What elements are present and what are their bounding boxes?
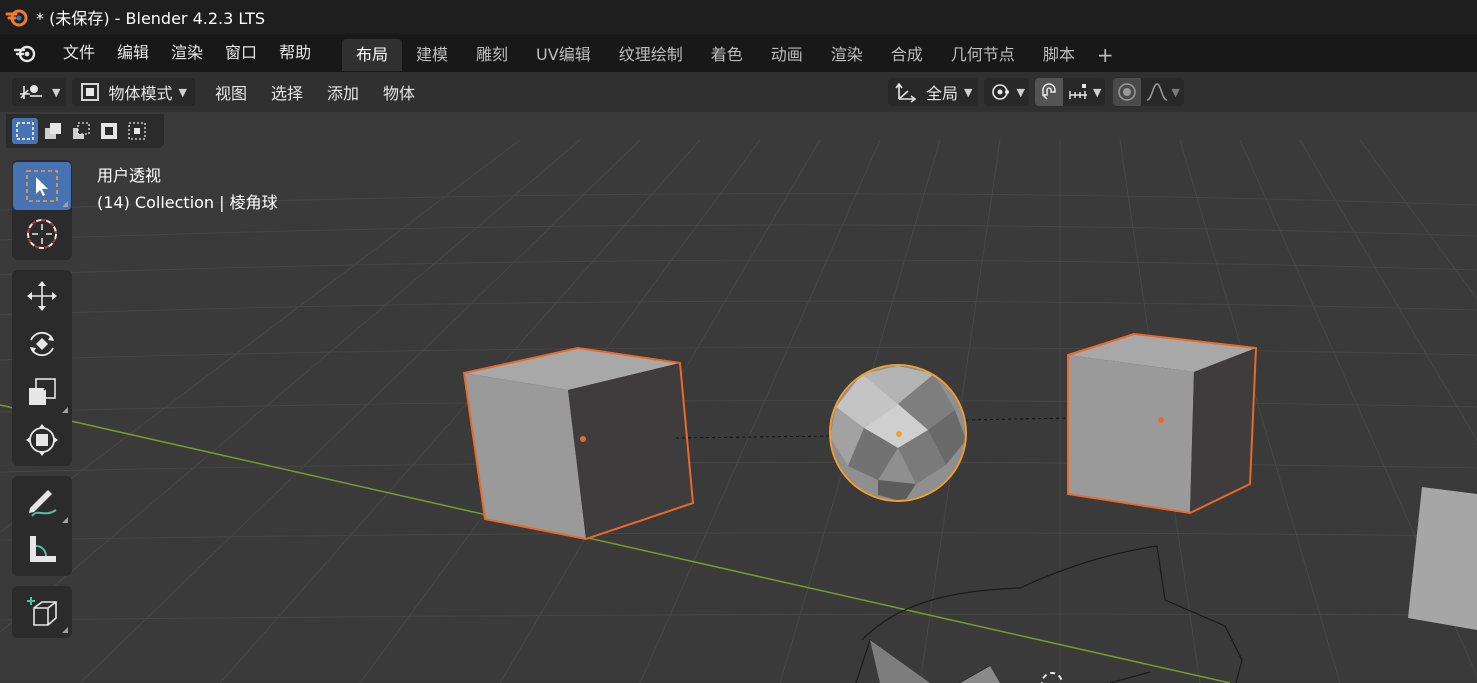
viewport-header: ▼ 物体模式 ▼ 视图 选择 添加 物体 全局 ▼ ▼ ▼ ▼	[0, 72, 1477, 112]
tool-measure[interactable]	[13, 526, 71, 574]
add-cube-icon	[27, 597, 57, 626]
pivot-point-icon	[992, 84, 1010, 100]
chevron-down-icon: ▼	[52, 85, 61, 99]
mode-label: 物体模式	[108, 84, 173, 103]
top-menu-bar: 文件 编辑 渲染 窗口 帮助 布局 建模 雕刻 UV编辑 纹理绘制 着色 动画 …	[0, 34, 1477, 72]
tool-group-annotate	[12, 476, 72, 576]
chevron-down-icon: ▼	[1092, 85, 1102, 99]
menu-window[interactable]: 窗口	[214, 34, 268, 72]
cube-right[interactable]	[1067, 332, 1258, 515]
select-invert-button[interactable]	[96, 118, 122, 144]
blender-logo-icon	[5, 9, 28, 27]
tab-animation[interactable]: 动画	[757, 39, 817, 71]
window-titlebar: * (未保存) - Blender 4.2.3 LTS	[0, 0, 1477, 34]
select-intersect-icon	[128, 122, 146, 140]
tool-cursor[interactable]	[13, 210, 71, 258]
tab-layout[interactable]: 布局	[342, 39, 403, 71]
tool-add-cube[interactable]	[13, 588, 71, 636]
snap-increment-icon	[1069, 84, 1087, 99]
collection-info: (14) Collection | 棱角球	[97, 193, 278, 212]
menu-select[interactable]: 选择	[259, 80, 315, 104]
chevron-down-icon: ▼	[1016, 85, 1025, 99]
chevron-down-icon: ▼	[1171, 85, 1180, 99]
select-new-button[interactable]	[12, 118, 38, 144]
tool-transform[interactable]	[13, 416, 71, 464]
blender-menu-icon[interactable]	[12, 40, 38, 66]
viewport-header-right: 全局 ▼ ▼ ▼ ▼	[888, 78, 1184, 106]
tool-group-select	[12, 160, 72, 260]
selection-mode-bar	[6, 114, 164, 148]
pivot-point-selector[interactable]: ▼	[984, 78, 1029, 106]
select-intersect-button[interactable]	[124, 118, 150, 144]
tab-compositing[interactable]: 合成	[877, 39, 937, 71]
tool-variants-indicator	[62, 517, 68, 523]
tool-rotate[interactable]	[13, 320, 71, 368]
snap-target-selector[interactable]: ▼	[1063, 81, 1105, 103]
tab-texture-paint[interactable]: 纹理绘制	[605, 39, 697, 71]
chevron-down-icon: ▼	[964, 85, 973, 99]
workspace-tabs: 布局 建模 雕刻 UV编辑 纹理绘制 着色 动画 渲染 合成 几何节点 脚本 +	[342, 39, 1122, 71]
falloff-selector[interactable]: ▼	[1141, 81, 1183, 103]
view-name: 用户透视	[97, 166, 162, 185]
mode-selector[interactable]: 物体模式 ▼	[72, 78, 195, 106]
snap-group: ▼	[1034, 78, 1106, 106]
tab-scripting[interactable]: 脚本	[1029, 39, 1089, 71]
object-mode-icon	[81, 83, 100, 101]
icosphere-active[interactable]	[829, 364, 967, 502]
tool-variants-indicator	[62, 627, 68, 633]
transform-icon	[26, 424, 58, 456]
chevron-down-icon: ▼	[178, 85, 187, 99]
3d-cursor-tool-icon	[27, 219, 57, 249]
tool-variants-indicator	[62, 201, 68, 207]
cube-left[interactable]	[462, 346, 695, 541]
select-box-icon	[26, 170, 58, 202]
tab-geometry-nodes[interactable]: 几何节点	[937, 39, 1029, 71]
menu-edit[interactable]: 编辑	[106, 34, 160, 72]
tool-variants-indicator	[62, 407, 68, 413]
menu-add[interactable]: 添加	[315, 80, 371, 104]
tool-move[interactable]	[13, 272, 71, 320]
proportional-edit-icon	[1118, 83, 1137, 101]
add-workspace-button[interactable]: +	[1089, 39, 1122, 71]
menu-view[interactable]: 视图	[203, 80, 259, 104]
tool-scale[interactable]	[13, 368, 71, 416]
menu-help[interactable]: 帮助	[268, 34, 322, 72]
menu-object[interactable]: 物体	[371, 80, 427, 104]
falloff-curve-icon	[1147, 83, 1168, 101]
tool-annotate[interactable]	[13, 478, 71, 526]
tool-shelf	[12, 160, 72, 648]
select-extend-button[interactable]	[40, 118, 66, 144]
tab-sculpting[interactable]: 雕刻	[462, 39, 522, 71]
select-extend-icon	[45, 123, 61, 139]
proportional-edit-toggle[interactable]	[1113, 78, 1142, 106]
tab-rendering[interactable]: 渲染	[817, 39, 877, 71]
editor-type-button[interactable]: ▼	[12, 78, 67, 106]
select-subtract-button[interactable]	[68, 118, 94, 144]
annotate-pencil-icon	[29, 490, 57, 517]
select-subtract-icon	[73, 122, 90, 139]
tool-group-transform	[12, 270, 72, 466]
select-invert-icon	[101, 123, 117, 139]
window-title: * (未保存) - Blender 4.2.3 LTS	[36, 9, 266, 28]
rotate-icon	[30, 331, 54, 357]
tool-group-add	[12, 586, 72, 638]
3d-viewport-icon	[20, 85, 42, 99]
magnet-icon	[1042, 83, 1056, 100]
viewport-info: 用户透视 (14) Collection | 棱角球	[97, 162, 278, 216]
tool-select-box[interactable]	[13, 162, 71, 210]
orientation-label: 全局	[926, 84, 959, 103]
scale-icon	[29, 378, 56, 405]
snap-toggle[interactable]	[1034, 78, 1063, 106]
tab-uv-editing[interactable]: UV编辑	[522, 39, 605, 71]
orientation-axes-icon	[895, 82, 917, 103]
proportional-edit-group: ▼	[1113, 78, 1184, 106]
measure-ruler-icon	[30, 536, 56, 562]
transform-orientation-selector[interactable]: 全局 ▼	[888, 78, 979, 106]
tab-shading[interactable]: 着色	[697, 39, 757, 71]
move-icon	[27, 281, 57, 311]
menu-render[interactable]: 渲染	[160, 34, 214, 72]
tab-modeling[interactable]: 建模	[402, 39, 462, 71]
menu-file[interactable]: 文件	[52, 34, 106, 72]
select-new-icon	[16, 122, 34, 140]
